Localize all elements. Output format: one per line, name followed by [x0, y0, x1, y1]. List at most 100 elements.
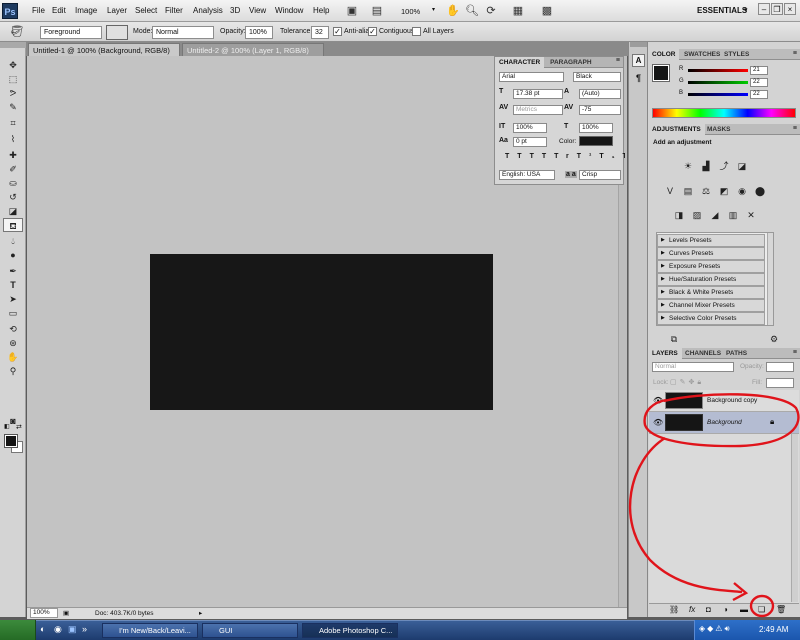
document-canvas[interactable] — [150, 254, 493, 410]
zoom-tool-icon[interactable]: ⚲ — [3, 364, 23, 378]
tab-untitled-2[interactable]: Untitled-2 @ 100% (Layer 1, RGB/8) *× — [182, 43, 324, 68]
3d-rotate-tool-icon[interactable]: ⟲ — [3, 322, 23, 336]
view-extras-icon[interactable]: ▤ — [370, 4, 384, 18]
layer-row-selected[interactable]: 👁︎ Background 🔒︎ — [649, 412, 799, 434]
preset-curves[interactable]: Curves Presets — [657, 247, 765, 260]
quick-mask-icon[interactable]: ◙ — [3, 414, 23, 428]
subscript-button[interactable]: T₁ — [599, 153, 622, 160]
presets-scrollbar[interactable] — [767, 233, 773, 325]
tools-panel-header[interactable] — [0, 42, 26, 48]
channel-mixer-icon[interactable]: ⬤ — [754, 185, 766, 197]
contiguous-checkbox[interactable]: ✓ — [368, 27, 377, 36]
brush-tool-icon[interactable]: ✐ — [3, 162, 23, 176]
quick-launch-more-icon[interactable]: » — [82, 624, 87, 634]
launch-bridge-icon[interactable]: ▣ — [345, 4, 359, 18]
foreground-color-swatch[interactable] — [4, 434, 18, 448]
hand-tool-icon[interactable]: ✋ — [3, 350, 23, 364]
font-style-select[interactable]: Black — [573, 72, 621, 82]
status-options-icon[interactable]: ▣ — [63, 608, 69, 619]
arrange-documents-icon[interactable]: ▦ — [511, 4, 525, 18]
gradient-map-icon[interactable]: ▥ — [727, 209, 739, 221]
small-caps-button[interactable]: Tr — [554, 153, 577, 160]
minimize-button[interactable]: – — [758, 3, 770, 15]
levels-icon[interactable]: ▟ — [700, 160, 712, 172]
blue-value-input[interactable]: 22 — [750, 90, 768, 99]
panel-menu-icon[interactable]: ≡ — [616, 57, 620, 64]
path-selection-tool-icon[interactable]: ➤ — [3, 292, 23, 306]
menu-window[interactable]: Window — [275, 6, 303, 15]
close-button[interactable]: × — [784, 3, 796, 15]
tab-paths[interactable]: PATHS — [722, 348, 751, 359]
layer-opacity-input[interactable] — [766, 362, 794, 372]
all-caps-button[interactable]: TT — [530, 153, 555, 160]
lasso-tool-icon[interactable]: ᕗ — [3, 86, 23, 100]
menu-image[interactable]: Image — [75, 6, 97, 15]
layer-style-icon[interactable]: fx — [689, 605, 695, 614]
color-balance-icon[interactable]: ⚖ — [700, 185, 712, 197]
preset-levels[interactable]: Levels Presets — [657, 234, 765, 247]
preset-channel-mixer[interactable]: Channel Mixer Presets — [657, 299, 765, 312]
adjustment-options-icon[interactable]: ⚙ — [768, 333, 780, 345]
tab-adjustments[interactable]: ADJUSTMENTS — [648, 124, 705, 135]
add-mask-icon[interactable]: ◘ — [706, 605, 711, 614]
mode-select[interactable]: Normal — [152, 26, 214, 39]
tab-untitled-1[interactable]: Untitled-1 @ 100% (Background, RGB/8) *× — [28, 43, 180, 68]
exposure-icon[interactable]: ◪ — [736, 160, 748, 172]
taskbar-photoshop-window[interactable]: Adobe Photoshop C... — [302, 623, 398, 638]
black-white-icon[interactable]: ◩ — [718, 185, 730, 197]
font-size-input[interactable]: 17.38 pt — [513, 89, 563, 99]
type-tool-icon[interactable]: T — [3, 278, 23, 292]
history-brush-tool-icon[interactable]: ↺ — [3, 190, 23, 204]
preset-selective-color[interactable]: Selective Color Presets — [657, 312, 765, 325]
menu-edit[interactable]: Edit — [52, 6, 66, 15]
preset-hue-saturation[interactable]: Hue/Saturation Presets — [657, 273, 765, 286]
delete-layer-icon[interactable]: 🗑︎ — [776, 605, 786, 614]
3d-orbit-tool-icon[interactable]: ⊛ — [3, 336, 23, 350]
tab-character[interactable]: CHARACTER — [495, 57, 545, 68]
new-adjustment-layer-icon[interactable]: ◑ — [723, 605, 728, 614]
anti-alias-checkbox[interactable]: ✓ — [333, 27, 342, 36]
curves-icon[interactable]: ⤴ — [718, 160, 730, 172]
hand-tool-icon[interactable]: ✋ — [446, 4, 460, 18]
selective-color-icon[interactable]: ✕ — [745, 209, 757, 221]
taskbar-gui-window[interactable]: GUI — [202, 623, 298, 638]
threshold-icon[interactable]: ◢ — [709, 209, 721, 221]
link-layers-icon[interactable]: ⛓ — [669, 605, 679, 614]
quick-launch-photoshop-icon[interactable]: ▣ — [68, 624, 77, 635]
paint-bucket-tool-icon[interactable]: 🪣︎ — [8, 25, 26, 39]
paragraph-panel-icon[interactable]: ¶ — [632, 72, 645, 85]
quick-launch-firefox-icon[interactable]: ◉ — [54, 624, 62, 635]
tab-channels[interactable]: CHANNELS — [681, 348, 725, 359]
pen-tool-icon[interactable]: ✒ — [3, 264, 23, 278]
rotate-view-icon[interactable]: ⟳ — [484, 4, 498, 18]
hue-saturation-icon[interactable]: ▤ — [682, 185, 694, 197]
faux-bold-button[interactable]: T — [505, 153, 517, 160]
screen-mode-icon[interactable]: ▩ — [540, 4, 554, 18]
zoom-tool-icon[interactable]: 🔍︎ — [465, 4, 479, 18]
underline-button[interactable]: T — [623, 153, 625, 160]
menu-file[interactable]: File — [32, 6, 45, 15]
tracking-input[interactable]: -75 — [579, 105, 621, 115]
tab-paragraph[interactable]: PARAGRAPH — [546, 57, 595, 68]
layer-fill-input[interactable] — [766, 378, 794, 388]
green-value-input[interactable]: 22 — [750, 78, 768, 87]
move-tool-icon[interactable]: ✥ — [3, 58, 23, 72]
blue-slider[interactable] — [688, 93, 748, 96]
tolerance-input[interactable]: 32 — [311, 26, 329, 39]
all-layers-checkbox[interactable] — [412, 27, 421, 36]
menu-filter[interactable]: Filter — [165, 6, 183, 15]
brightness-contrast-icon[interactable]: ☀ — [682, 160, 694, 172]
panel-menu-icon[interactable]: ≡ — [793, 349, 797, 356]
marquee-tool-icon[interactable]: ⬚ — [3, 72, 23, 86]
panel-menu-icon[interactable]: ≡ — [793, 50, 797, 57]
menu-help[interactable]: Help — [313, 6, 329, 15]
vertical-scale-input[interactable]: 100% — [513, 123, 547, 133]
leading-input[interactable]: (Auto) — [579, 89, 621, 99]
eraser-tool-icon[interactable]: ◪ — [3, 204, 23, 218]
new-group-icon[interactable]: ▬ — [740, 605, 748, 614]
crop-tool-icon[interactable]: ⌗ — [3, 116, 23, 130]
language-select[interactable]: English: USA — [499, 170, 555, 180]
clip-to-layer-icon[interactable]: ⧉ — [668, 333, 680, 345]
type-style-buttons[interactable]: TTTTTrT¹T₁TT — [505, 153, 625, 160]
text-color-swatch[interactable] — [579, 136, 613, 146]
